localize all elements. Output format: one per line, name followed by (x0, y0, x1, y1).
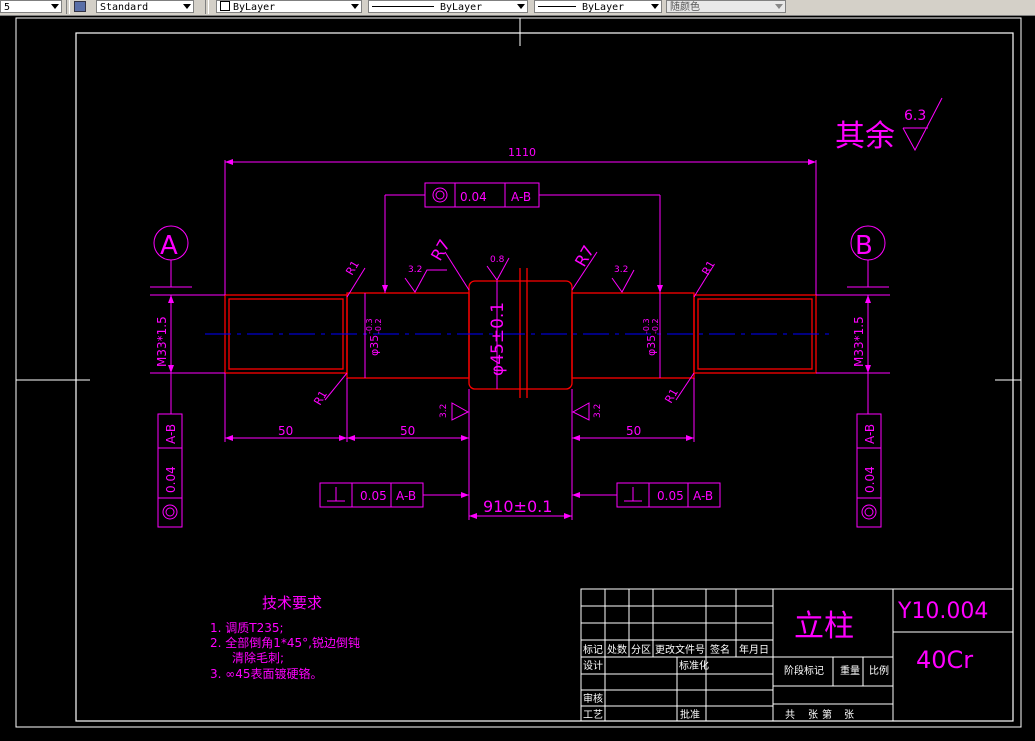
dimension-lines (150, 97, 943, 520)
roughness-center: 0.8 (490, 255, 505, 265)
tech-req-item-3: 3. ∞45表面镀硬铬。 (210, 666, 323, 681)
tb-change-doc: 更改文件号 (655, 643, 705, 656)
tb-review: 审核 (583, 692, 603, 705)
roughness-bottom-right: 3.2 (593, 404, 603, 418)
radius-r7-right: R7 (571, 242, 598, 270)
thread-dim-right: M33*1.5 (852, 316, 866, 367)
perp-datum-left: A-B (396, 489, 416, 503)
dim-50-third: 50 (626, 424, 641, 438)
tb-process: 工艺 (583, 709, 603, 721)
runout-value-left: 0.04 (164, 466, 178, 493)
tb-weight: 重量 (840, 664, 860, 677)
tol-upper-right: -0.3 (642, 318, 651, 334)
part-name: 立柱 (794, 609, 854, 644)
drawing-number: Y10.004 (897, 599, 988, 624)
tb-signature: 签名 (710, 643, 730, 656)
tb-sheet-no: 第 (822, 708, 832, 721)
tb-design: 设计 (583, 659, 603, 672)
thread-dim-left: M33*1.5 (155, 316, 169, 367)
perp-value-right: 0.05 (657, 489, 684, 503)
tb-stage-mark: 阶段标记 (784, 664, 824, 677)
dim-50-second: 50 (400, 424, 415, 438)
drawing-canvas[interactable]: 其余 6.3 1110 0.04 A-B A B M33*1.5 M33*1.5… (0, 0, 1035, 741)
tech-req-item-1: 1. 调质T235; (210, 621, 284, 635)
shoulder-dia-right: φ35 (645, 335, 658, 356)
material: 40Cr (916, 646, 973, 674)
datum-b-label: B (855, 231, 873, 261)
perp-datum-right: A-B (693, 489, 713, 503)
datum-a-label: A (160, 231, 178, 261)
tb-scale: 比例 (869, 664, 889, 677)
tb-mark: 标记 (583, 644, 603, 656)
shaft-outline (224, 268, 817, 398)
tech-req-item-2b: 清除毛刺; (232, 650, 284, 665)
tol-lower-left: -0.2 (374, 318, 383, 334)
overall-length-dim: 1110 (508, 146, 536, 159)
runout-datum-left: A-B (164, 424, 178, 444)
tech-requirements: 技术要求 1. 调质T235; 2. 全部倒角1*45°,锐边倒钝 清除毛刺; … (210, 594, 360, 681)
runout-value-top: 0.04 (460, 190, 487, 204)
tol-upper-left: -0.3 (365, 318, 374, 334)
surface-rest-label: 其余 (835, 119, 895, 154)
tb-date: 年月日 (739, 643, 769, 656)
runout-datum-right: A-B (863, 424, 877, 444)
surface-rest-value: 6.3 (904, 108, 926, 124)
radius-r1-bottom-left: R1 (311, 388, 330, 407)
roughness-left: 3.2 (408, 265, 422, 275)
dim-910: 910±0.1 (483, 497, 552, 516)
tb-zone: 分区 (631, 644, 651, 656)
tol-lower-right: -0.2 (651, 318, 660, 334)
tb-approve: 批准 (680, 708, 700, 721)
tech-req-item-2: 2. 全部倒角1*45°,锐边倒钝 (210, 635, 360, 650)
radius-r1-bottom-right: R1 (662, 386, 681, 405)
dim-50-first: 50 (278, 424, 293, 438)
tb-sheet-unit: 张 (844, 709, 854, 721)
perp-value-left: 0.05 (360, 489, 387, 503)
radius-r1-top-right: R1 (699, 258, 718, 277)
roughness-bottom-left: 3.2 (439, 404, 449, 418)
radius-r1-top-left: R1 (343, 258, 362, 277)
tb-count: 处数 (607, 643, 627, 656)
tb-sheets: 张 (808, 709, 818, 721)
tb-total: 共 (785, 709, 795, 721)
runout-datum-top: A-B (511, 190, 531, 204)
tb-standardize: 标准化 (679, 659, 709, 672)
runout-value-right: 0.04 (863, 466, 877, 493)
shoulder-dia-left: φ35 (368, 335, 381, 356)
tech-req-title: 技术要求 (262, 594, 322, 612)
roughness-right: 3.2 (614, 265, 628, 275)
center-diameter-dim: φ45±0.1 (488, 302, 508, 376)
